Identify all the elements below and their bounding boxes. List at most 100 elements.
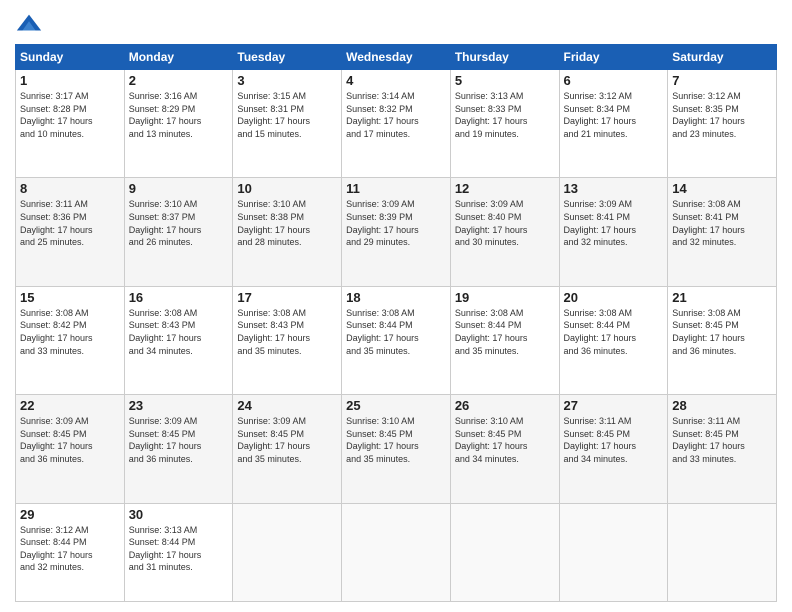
calendar-cell: 26 Sunrise: 3:10 AM Sunset: 8:45 PM Dayli… xyxy=(450,395,559,503)
day-number: 4 xyxy=(346,73,446,88)
day-info: Sunrise: 3:15 AM Sunset: 8:31 PM Dayligh… xyxy=(237,90,337,140)
day-number: 2 xyxy=(129,73,229,88)
day-number: 5 xyxy=(455,73,555,88)
day-number: 6 xyxy=(564,73,664,88)
calendar-cell: 22Sunrise: 3:09 AM Sunset: 8:45 PM Dayli… xyxy=(16,395,125,503)
calendar-cell: 2 Sunrise: 3:16 AM Sunset: 8:29 PM Daylig… xyxy=(124,70,233,178)
day-info: Sunrise: 3:11 AM Sunset: 8:45 PM Dayligh… xyxy=(672,415,772,465)
calendar-cell: 28 Sunrise: 3:11 AM Sunset: 8:45 PM Dayli… xyxy=(668,395,777,503)
calendar-body: 1 Sunrise: 3:17 AM Sunset: 8:28 PM Daylig… xyxy=(16,70,777,602)
day-info: Sunrise: 3:08 AM Sunset: 8:44 PM Dayligh… xyxy=(455,307,555,357)
calendar-cell: 29 Sunrise: 3:12 AM Sunset: 8:44 PM Dayli… xyxy=(16,503,125,601)
day-number: 16 xyxy=(129,290,229,305)
day-number: 1 xyxy=(20,73,120,88)
day-number: 9 xyxy=(129,181,229,196)
day-info: Sunrise: 3:10 AM Sunset: 8:37 PM Dayligh… xyxy=(129,198,229,248)
day-info: Sunrise: 3:08 AM Sunset: 8:44 PM Dayligh… xyxy=(346,307,446,357)
day-number: 26 xyxy=(455,398,555,413)
day-info: Sunrise: 3:08 AM Sunset: 8:42 PM Dayligh… xyxy=(20,307,120,357)
calendar-cell: 14Sunrise: 3:08 AM Sunset: 8:41 PM Dayli… xyxy=(668,178,777,286)
calendar-cell: 30 Sunrise: 3:13 AM Sunset: 8:44 PM Dayli… xyxy=(124,503,233,601)
header-tuesday: Tuesday xyxy=(233,45,342,70)
day-number: 7 xyxy=(672,73,772,88)
day-info: Sunrise: 3:14 AM Sunset: 8:32 PM Dayligh… xyxy=(346,90,446,140)
day-number: 19 xyxy=(455,290,555,305)
logo xyxy=(15,10,47,38)
day-number: 27 xyxy=(564,398,664,413)
day-number: 11 xyxy=(346,181,446,196)
day-info: Sunrise: 3:12 AM Sunset: 8:44 PM Dayligh… xyxy=(20,524,120,574)
day-info: Sunrise: 3:13 AM Sunset: 8:44 PM Dayligh… xyxy=(129,524,229,574)
day-info: Sunrise: 3:09 AM Sunset: 8:45 PM Dayligh… xyxy=(129,415,229,465)
calendar-cell: 25 Sunrise: 3:10 AM Sunset: 8:45 PM Dayli… xyxy=(342,395,451,503)
calendar-cell: 19 Sunrise: 3:08 AM Sunset: 8:44 PM Dayli… xyxy=(450,286,559,394)
day-info: Sunrise: 3:09 AM Sunset: 8:40 PM Dayligh… xyxy=(455,198,555,248)
calendar-cell: 12 Sunrise: 3:09 AM Sunset: 8:40 PM Dayli… xyxy=(450,178,559,286)
weekday-row: Sunday Monday Tuesday Wednesday Thursday… xyxy=(16,45,777,70)
page: Sunday Monday Tuesday Wednesday Thursday… xyxy=(0,0,792,612)
day-info: Sunrise: 3:10 AM Sunset: 8:45 PM Dayligh… xyxy=(346,415,446,465)
day-info: Sunrise: 3:08 AM Sunset: 8:45 PM Dayligh… xyxy=(672,307,772,357)
calendar-cell: 15 Sunrise: 3:08 AM Sunset: 8:42 PM Dayli… xyxy=(16,286,125,394)
day-info: Sunrise: 3:10 AM Sunset: 8:38 PM Dayligh… xyxy=(237,198,337,248)
header-wednesday: Wednesday xyxy=(342,45,451,70)
day-number: 10 xyxy=(237,181,337,196)
day-info: Sunrise: 3:17 AM Sunset: 8:28 PM Dayligh… xyxy=(20,90,120,140)
day-info: Sunrise: 3:10 AM Sunset: 8:45 PM Dayligh… xyxy=(455,415,555,465)
day-number: 25 xyxy=(346,398,446,413)
calendar-cell: 10 Sunrise: 3:10 AM Sunset: 8:38 PM Dayli… xyxy=(233,178,342,286)
calendar-cell: 3 Sunrise: 3:15 AM Sunset: 8:31 PM Daylig… xyxy=(233,70,342,178)
header xyxy=(15,10,777,38)
day-number: 17 xyxy=(237,290,337,305)
day-info: Sunrise: 3:09 AM Sunset: 8:41 PM Dayligh… xyxy=(564,198,664,248)
calendar-cell: 6Sunrise: 3:12 AM Sunset: 8:34 PM Daylig… xyxy=(559,70,668,178)
day-number: 3 xyxy=(237,73,337,88)
day-number: 15 xyxy=(20,290,120,305)
calendar-cell: 11 Sunrise: 3:09 AM Sunset: 8:39 PM Dayli… xyxy=(342,178,451,286)
calendar-cell xyxy=(559,503,668,601)
calendar-cell: 16 Sunrise: 3:08 AM Sunset: 8:43 PM Dayli… xyxy=(124,286,233,394)
day-number: 24 xyxy=(237,398,337,413)
calendar-cell: 7 Sunrise: 3:12 AM Sunset: 8:35 PM Daylig… xyxy=(668,70,777,178)
calendar-cell: 20 Sunrise: 3:08 AM Sunset: 8:44 PM Dayli… xyxy=(559,286,668,394)
calendar-cell: 21Sunrise: 3:08 AM Sunset: 8:45 PM Dayli… xyxy=(668,286,777,394)
day-number: 13 xyxy=(564,181,664,196)
logo-icon xyxy=(15,10,43,38)
day-info: Sunrise: 3:08 AM Sunset: 8:43 PM Dayligh… xyxy=(129,307,229,357)
calendar-cell: 23 Sunrise: 3:09 AM Sunset: 8:45 PM Dayli… xyxy=(124,395,233,503)
day-number: 22 xyxy=(20,398,120,413)
calendar-cell: 17Sunrise: 3:08 AM Sunset: 8:43 PM Dayli… xyxy=(233,286,342,394)
day-info: Sunrise: 3:12 AM Sunset: 8:35 PM Dayligh… xyxy=(672,90,772,140)
calendar-cell xyxy=(450,503,559,601)
calendar-cell xyxy=(668,503,777,601)
day-number: 8 xyxy=(20,181,120,196)
calendar-cell: 1 Sunrise: 3:17 AM Sunset: 8:28 PM Daylig… xyxy=(16,70,125,178)
calendar-cell: 24 Sunrise: 3:09 AM Sunset: 8:45 PM Dayli… xyxy=(233,395,342,503)
calendar-cell: 8 Sunrise: 3:11 AM Sunset: 8:36 PM Daylig… xyxy=(16,178,125,286)
calendar-cell: 4 Sunrise: 3:14 AM Sunset: 8:32 PM Daylig… xyxy=(342,70,451,178)
day-info: Sunrise: 3:09 AM Sunset: 8:39 PM Dayligh… xyxy=(346,198,446,248)
day-info: Sunrise: 3:16 AM Sunset: 8:29 PM Dayligh… xyxy=(129,90,229,140)
header-thursday: Thursday xyxy=(450,45,559,70)
day-info: Sunrise: 3:11 AM Sunset: 8:45 PM Dayligh… xyxy=(564,415,664,465)
calendar-cell: 13 Sunrise: 3:09 AM Sunset: 8:41 PM Dayli… xyxy=(559,178,668,286)
day-info: Sunrise: 3:13 AM Sunset: 8:33 PM Dayligh… xyxy=(455,90,555,140)
day-number: 30 xyxy=(129,507,229,522)
calendar-table: Sunday Monday Tuesday Wednesday Thursday… xyxy=(15,44,777,602)
calendar-cell: 18Sunrise: 3:08 AM Sunset: 8:44 PM Dayli… xyxy=(342,286,451,394)
header-sunday: Sunday xyxy=(16,45,125,70)
calendar-header: Sunday Monday Tuesday Wednesday Thursday… xyxy=(16,45,777,70)
day-number: 12 xyxy=(455,181,555,196)
calendar-cell: 27 Sunrise: 3:11 AM Sunset: 8:45 PM Dayli… xyxy=(559,395,668,503)
day-info: Sunrise: 3:11 AM Sunset: 8:36 PM Dayligh… xyxy=(20,198,120,248)
day-number: 29 xyxy=(20,507,120,522)
header-friday: Friday xyxy=(559,45,668,70)
calendar-cell: 5 Sunrise: 3:13 AM Sunset: 8:33 PM Daylig… xyxy=(450,70,559,178)
day-number: 28 xyxy=(672,398,772,413)
day-number: 23 xyxy=(129,398,229,413)
day-info: Sunrise: 3:09 AM Sunset: 8:45 PM Dayligh… xyxy=(237,415,337,465)
day-info: Sunrise: 3:08 AM Sunset: 8:44 PM Dayligh… xyxy=(564,307,664,357)
day-number: 20 xyxy=(564,290,664,305)
day-info: Sunrise: 3:08 AM Sunset: 8:41 PM Dayligh… xyxy=(672,198,772,248)
calendar-cell xyxy=(342,503,451,601)
